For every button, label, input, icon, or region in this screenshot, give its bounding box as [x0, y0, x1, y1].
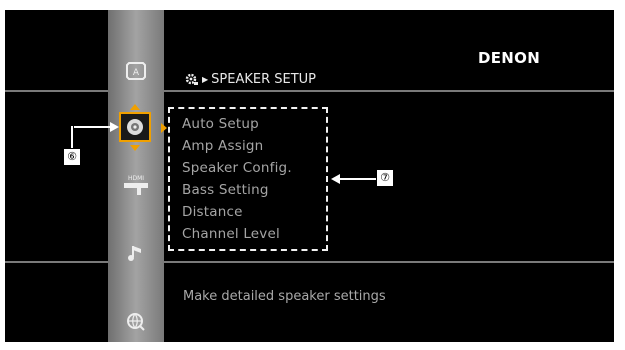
scroll-down-icon[interactable]: [130, 145, 140, 151]
input-setup-icon[interactable]: A: [119, 56, 153, 86]
callout-7-line: [338, 178, 376, 180]
brand-logo: DENON: [478, 49, 541, 67]
menu-item-channel-level[interactable]: Channel Level: [182, 226, 280, 242]
divider-bottom: [5, 261, 614, 263]
callout-7-arrowhead-icon: [331, 174, 340, 184]
svg-text:A: A: [133, 68, 140, 78]
callout-6-line-vertical: [71, 126, 73, 148]
page-title-text: SPEAKER SETUP: [211, 72, 317, 87]
scroll-up-icon[interactable]: [130, 104, 140, 110]
menu-item-distance[interactable]: Distance: [182, 204, 243, 220]
settings-gear-icon: [185, 73, 198, 85]
selection-pointer-icon: [161, 123, 167, 133]
menu-item-amp-assign[interactable]: Amp Assign: [182, 138, 263, 154]
callout-6-line: [74, 126, 112, 128]
menu-item-speaker-config[interactable]: Speaker Config.: [182, 160, 292, 176]
description-text: Make detailed speaker settings: [183, 289, 386, 304]
title-arrow-icon: ▶: [202, 75, 209, 84]
page-title: ▶ SPEAKER SETUP: [185, 72, 316, 87]
divider-top: [5, 90, 614, 92]
menu-item-auto-setup[interactable]: Auto Setup: [182, 116, 259, 132]
sidebar: A HDMI: [108, 10, 164, 342]
callout-6-label: ⑥: [63, 148, 81, 166]
hdmi-setup-icon[interactable]: HDMI: [119, 170, 153, 200]
hdmi-label: HDMI: [127, 174, 145, 182]
network-setup-icon[interactable]: [119, 307, 153, 337]
speaker-setup-icon[interactable]: [119, 112, 151, 142]
callout-7-label: ⑦: [376, 169, 394, 187]
menu-item-bass-setting[interactable]: Bass Setting: [182, 182, 269, 198]
audio-setup-icon[interactable]: [119, 238, 153, 268]
speaker-setup-menu: Auto Setup Amp Assign Speaker Config. Ba…: [168, 107, 328, 251]
callout-6-arrowhead-icon: [110, 122, 119, 132]
screen: A HDMI DENON ▶ SPEAKER SETUP Auto Setup: [5, 10, 614, 342]
